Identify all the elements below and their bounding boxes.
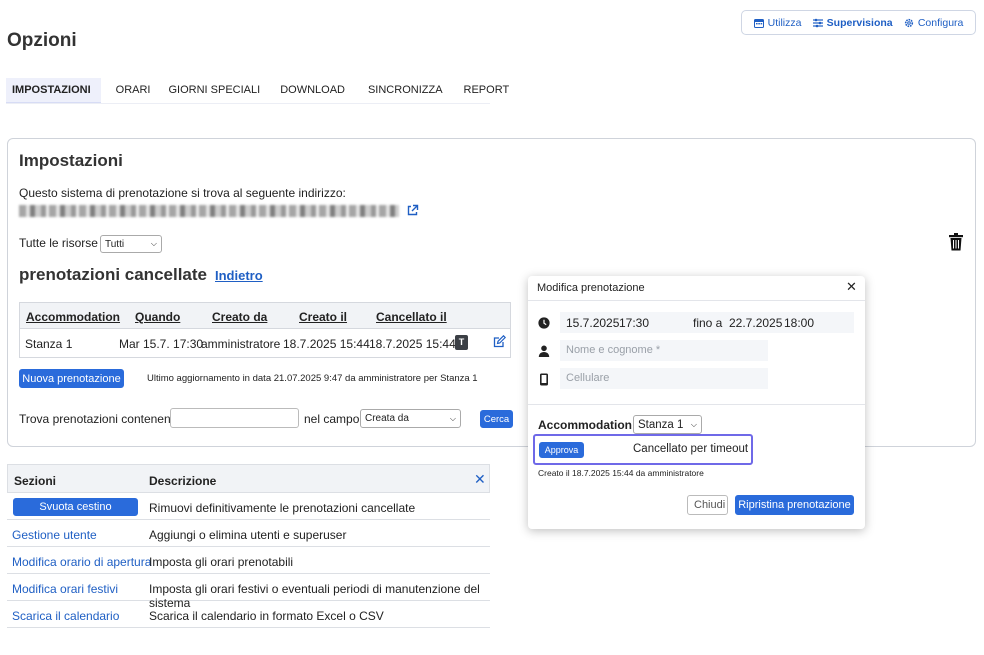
gear-icon <box>904 18 913 27</box>
section-description: Imposta gli orari prenotabili <box>149 555 294 569</box>
field-select-value: Creata da <box>365 413 409 424</box>
external-link-icon[interactable] <box>406 204 419 220</box>
name-input[interactable]: Nome e cognome * <box>560 340 768 361</box>
cell-quando: Mar 15.7. 17:30 <box>119 337 204 351</box>
cell-creato-il: 18.7.2025 15:44 <box>283 337 370 351</box>
section-row: Gestione utente Aggiungi o elimina utent… <box>7 520 490 547</box>
cell-accommodation: Stanza 1 <box>25 337 73 351</box>
date-range-field[interactable]: 15.7.2025 17:30 fino a 22.7.2025 18:00 <box>560 312 854 333</box>
tab-orari[interactable]: ORARI <box>101 78 161 104</box>
close-button[interactable]: Chiudi <box>687 495 728 515</box>
modal-header-divider <box>528 300 865 301</box>
resources-select[interactable]: Tutti ⌵ <box>100 235 162 253</box>
created-text: Creato il 18.7.2025 15:44 da amministrat… <box>538 468 704 478</box>
search-button[interactable]: Cerca <box>480 410 513 428</box>
section-row: Svuota cestino Rimuovi definitivamente l… <box>7 493 490 520</box>
timeout-badge: T <box>455 335 468 350</box>
resources-label: Tutte le risorse <box>19 236 98 250</box>
start-date: 15.7.2025 <box>566 316 620 330</box>
restore-booking-button[interactable]: Ripristina prenotazione <box>735 495 854 515</box>
tab-bar: IMPOSTAZIONI ORARI GIORNI SPECIALI DOWNL… <box>6 78 519 104</box>
name-placeholder: Nome e cognome * <box>566 344 661 356</box>
section-link-download-calendar[interactable]: Scarica il calendario <box>12 609 119 623</box>
field-select[interactable]: Creata da ⌵ <box>360 409 461 428</box>
close-icon[interactable]: ✕ <box>846 279 857 295</box>
search-label: Trova prenotazioni contenenti <box>19 412 177 426</box>
last-update-text: Ultimo aggiornamento in data 21.07.2025 … <box>147 373 478 384</box>
status-highlight: Approva Cancellato per timeout <box>533 434 753 465</box>
empty-trash-button[interactable]: Svuota cestino <box>13 498 138 516</box>
status-text: Cancellato per timeout <box>633 443 749 455</box>
section-description: Rimuovi definitivamente le prenotazioni … <box>149 501 416 515</box>
field-label: nel campo <box>304 412 360 426</box>
resources-select-value: Tutti <box>105 238 125 250</box>
section-row: Scarica il calendario Scarica il calenda… <box>7 601 490 628</box>
col-sezioni: Sezioni <box>14 474 57 488</box>
col-cancellato-il[interactable]: Cancellato il <box>376 310 447 324</box>
cell-creato-da: amministratore <box>201 337 281 351</box>
back-link[interactable]: Indietro <box>215 268 263 283</box>
sliders-icon <box>812 18 823 27</box>
section-link-opening-hours[interactable]: Modifica orario di apertura <box>12 555 151 569</box>
accommodation-select-value: Stanza 1 <box>638 418 684 431</box>
accommodation-select[interactable]: Stanza 1 ⌵ <box>633 415 702 434</box>
col-descrizione: Descrizione <box>149 474 217 488</box>
section-link-user-management[interactable]: Gestione utente <box>12 528 97 542</box>
nav-use[interactable]: Utilizza <box>753 16 802 29</box>
accommodation-label: Accommodation <box>538 418 633 432</box>
chevron-down-icon: ⌵ <box>690 419 697 429</box>
page-title: Opzioni <box>7 30 77 51</box>
sections-table: Sezioni Descrizione ✕ Svuota cestino Rim… <box>7 464 490 628</box>
trash-icon[interactable] <box>948 233 964 254</box>
nav-configure[interactable]: Configura <box>904 16 964 29</box>
section-description: Scarica il calendario in formato Excel o… <box>149 609 384 623</box>
clock-icon <box>538 317 550 332</box>
cell-cancellato-il: 18.7.2025 15:44 <box>369 337 456 351</box>
tab-report[interactable]: REPORT <box>453 78 520 104</box>
sections-header: Sezioni Descrizione ✕ <box>7 464 490 493</box>
close-icon[interactable]: ✕ <box>474 471 486 488</box>
cancelled-table: Accommodation Quando Creato da Creato il… <box>19 302 511 358</box>
tab-impostazioni[interactable]: IMPOSTAZIONI <box>6 78 101 104</box>
end-time: 18:00 <box>784 316 815 330</box>
top-nav: Utilizza Supervisiona Configura <box>741 10 976 35</box>
tab-download[interactable]: DOWNLOAD <box>270 78 355 104</box>
start-time: 17:30 <box>619 316 650 330</box>
tab-giorni-speciali[interactable]: GIORNI SPECIALI <box>160 78 270 104</box>
approve-button[interactable]: Approva <box>539 442 584 458</box>
col-creato-da[interactable]: Creato da <box>212 310 267 324</box>
address-text: Questo sistema di prenotazione si trova … <box>19 186 346 200</box>
phone-placeholder: Cellulare <box>566 372 610 384</box>
phone-input[interactable]: Cellulare <box>560 368 768 389</box>
modal-divider <box>528 404 865 405</box>
new-booking-button[interactable]: Nuova prenotazione <box>19 369 124 388</box>
modal-title: Modifica prenotazione <box>537 282 645 294</box>
section-link-holidays[interactable]: Modifica orari festivi <box>12 582 118 596</box>
search-input[interactable] <box>170 408 299 428</box>
chevron-down-icon: ⌵ <box>150 239 157 248</box>
settings-title: Impostazioni <box>19 151 123 170</box>
nav-supervise[interactable]: Supervisiona <box>812 16 893 29</box>
nav-configure-label: Configura <box>917 16 964 29</box>
section-row: Modifica orari festivi Imposta gli orari… <box>7 574 490 610</box>
tabs-divider <box>6 103 490 104</box>
calendar-icon <box>753 18 764 28</box>
section-row: Modifica orario di apertura Imposta gli … <box>7 547 490 574</box>
col-creato-il[interactable]: Creato il <box>299 310 347 324</box>
tab-sincronizza[interactable]: SINCRONIZZA <box>355 78 453 104</box>
mobile-icon <box>539 373 549 389</box>
end-date: 22.7.2025 <box>729 316 783 330</box>
edit-icon[interactable] <box>493 334 507 351</box>
cancelled-title: prenotazioni cancellate <box>19 265 207 284</box>
section-description: Aggiungi o elimina utenti e superuser <box>149 528 347 542</box>
nav-supervise-label: Supervisiona <box>826 16 893 29</box>
until-label: fino a <box>693 316 723 330</box>
col-accommodation[interactable]: Accommodation <box>26 310 120 324</box>
address-url-redacted <box>19 205 399 217</box>
nav-use-label: Utilizza <box>767 16 802 29</box>
edit-booking-modal: Modifica prenotazione ✕ 15.7.2025 17:30 … <box>528 276 865 529</box>
chevron-down-icon: ⌵ <box>449 413 456 423</box>
user-icon <box>538 345 550 360</box>
col-quando[interactable]: Quando <box>135 310 180 324</box>
